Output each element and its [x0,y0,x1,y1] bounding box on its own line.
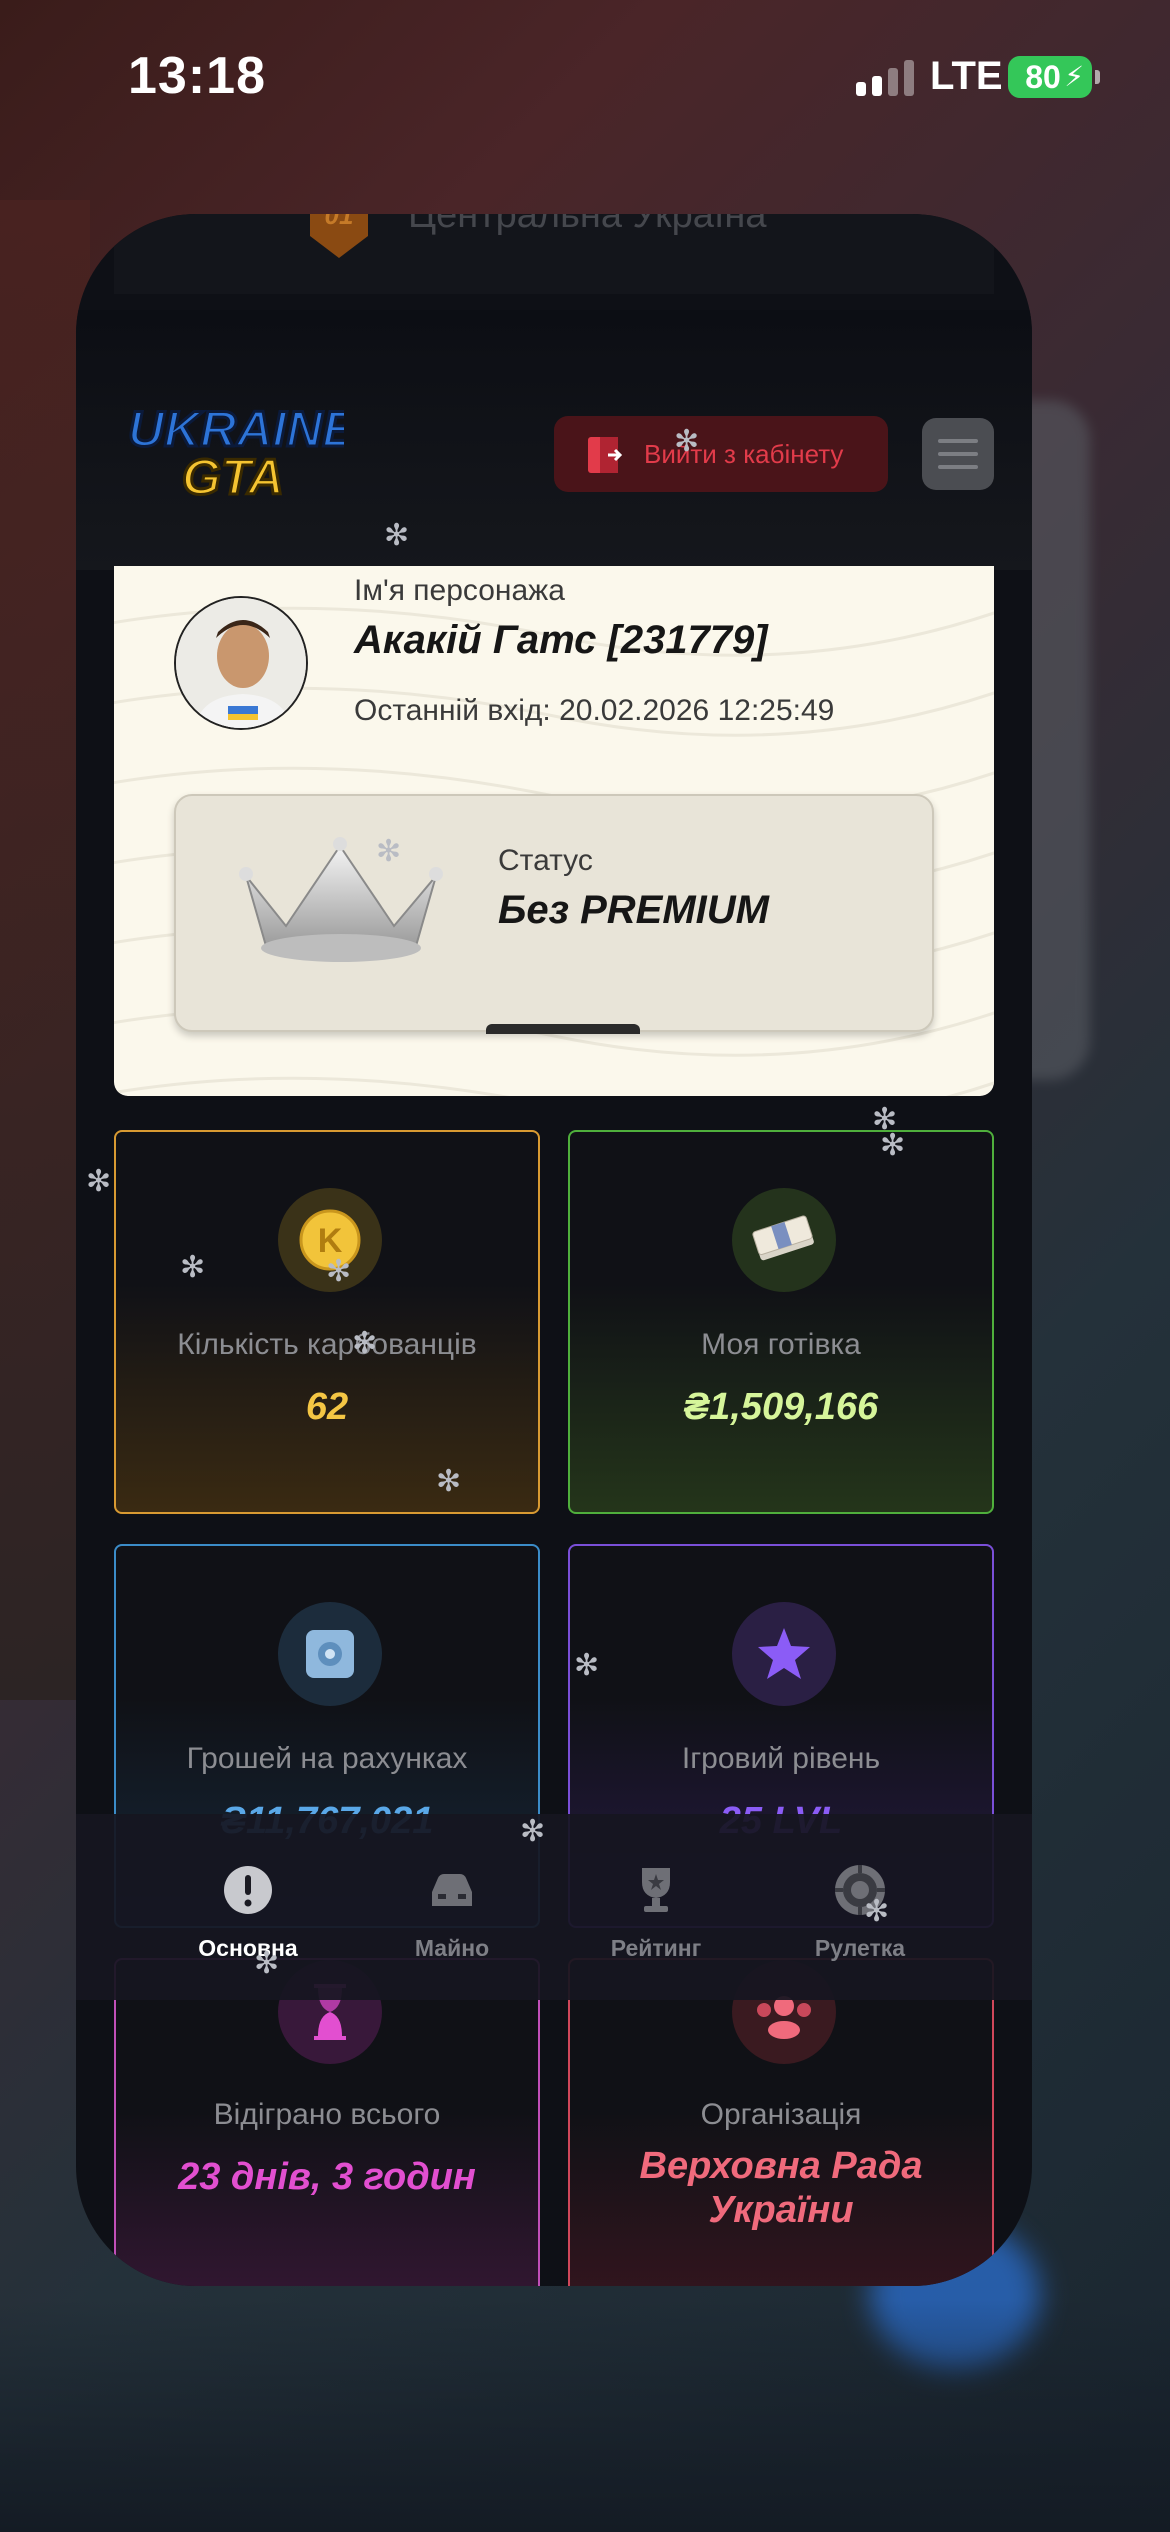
snowflake-icon: ✻ [352,1327,378,1360]
character-name: Акакій Гатс [231779] [354,618,768,662]
app-window: 01 Центральна Україна UKRAINE GTA Вийти … [76,214,1032,2286]
battery-icon: 80 ⚡ [1008,56,1100,98]
nav-rating[interactable]: Рейтинг [566,1814,746,2000]
coins-value: 62 [305,1386,349,1428]
cash-label: Моя готівка [701,1328,861,1361]
region-name: Центральна Україна [408,214,767,236]
snowflake-icon: ✻ [376,835,402,868]
status-bar: 13:18 LTE 80 ⚡ [0,0,1170,150]
snowflake-icon: ✻ [86,1165,112,1198]
snowflake-icon: ✻ [864,1895,890,1928]
nav-property[interactable]: Майно [362,1814,542,2000]
bank-label: Грошей на рахунках [186,1742,468,1775]
status-time: 13:18 [128,47,266,105]
hamburger-menu-button[interactable] [922,418,994,490]
nav-main[interactable]: Основна [158,1814,338,2000]
status-tab [486,1024,640,1034]
cash-card: Моя готівка ₴1,509,166 [568,1130,994,1514]
snowflake-icon: ✻ [436,1465,462,1498]
region-badge-icon: 01 [310,214,368,258]
snowflake-icon: ✻ [180,1251,206,1284]
logout-button[interactable]: Вийти з кабінету [554,416,888,492]
ukraine-gta-logo: UKRAINE GTA [127,400,345,505]
status-label: Статус [498,844,593,877]
snowflake-icon: ✻ [254,1947,280,1980]
organization-value: Верховна Рада України [639,2145,923,2231]
info-icon [224,1866,272,1914]
crown-icon [239,837,443,962]
status-value: Без PREMIUM [498,888,769,932]
playtime-card: Відіграно всього 23 днів, 3 годин [114,1958,540,2286]
snowflake-icon: ✻ [384,519,410,552]
star-icon [732,1602,836,1706]
snowflake-icon: ✻ [520,1815,546,1848]
trophy-icon [642,1868,670,1912]
character-name-label: Ім'я персонажа [354,574,565,607]
network-type: LTE [930,54,1003,98]
organization-card: Організація Верховна Рада України [568,1958,994,2286]
playtime-label: Відіграно всього [213,2098,441,2131]
cash-value: ₴1,509,166 [683,1386,879,1428]
nav-label-roulette: Рулетка [814,1935,906,1961]
level-label: Ігровий рівень [681,1742,881,1775]
coins-card: K Кількість карбованців 62 [114,1130,540,1514]
logout-door-icon [588,437,623,473]
nav-roulette[interactable]: Рулетка [770,1814,950,2000]
region-badge: 01 [325,214,354,230]
organization-label: Організація [700,2098,862,2131]
nav-label-property: Майно [414,1935,490,1961]
safe-icon [278,1602,382,1706]
playtime-value: 23 днів, 3 годин [178,2156,476,2198]
signal-icon [856,60,914,96]
svg-text:GTA: GTA [182,449,284,504]
last-login: Останній вхід: 20.02.2026 12:25:49 [354,694,835,727]
premium-status-box[interactable]: Статус Без PREMIUM [174,794,934,1034]
profile-card: Ім'я персонажа Акакій Гатс [231779] Оста… [114,566,994,1096]
snowflake-icon: ✻ [880,1129,906,1162]
snowflake-icon: ✻ [574,1649,600,1682]
background-bottom [0,2300,1170,2532]
snowflake-icon: ✻ [674,425,700,458]
car-icon [432,1874,472,1906]
nav-label-rating: Рейтинг [610,1935,702,1961]
avatar [174,596,308,730]
battery-level: 80 [1025,58,1061,95]
money-stack-icon [732,1188,836,1292]
coins-label: Кількість карбованців [177,1328,477,1361]
nav-label-main: Основна [198,1935,298,1961]
snowflake-icon: ✻ [326,1255,352,1288]
